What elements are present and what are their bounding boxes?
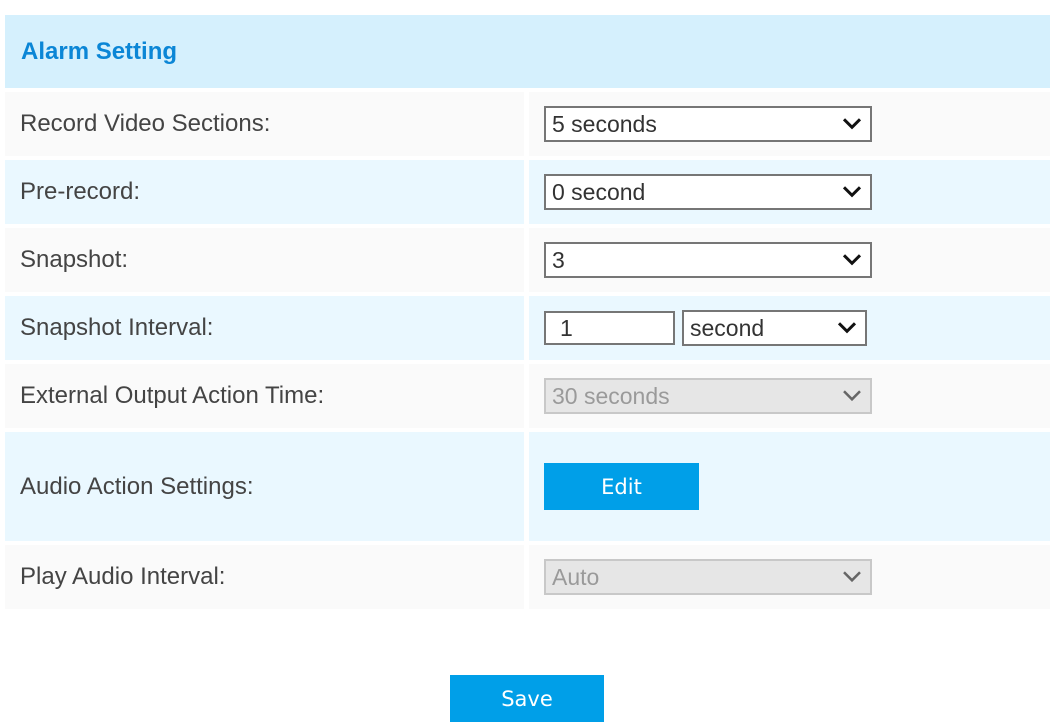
row-snapshot: Snapshot: 3 <box>5 228 1050 292</box>
value-cell: Auto <box>529 545 1050 609</box>
label-snapshot: Snapshot: <box>5 228 524 292</box>
chevron-down-icon <box>842 118 862 130</box>
snapshot-select[interactable]: 3 <box>544 242 872 278</box>
row-record-video-sections: Record Video Sections: 5 seconds <box>5 92 1050 156</box>
value-cell: 5 seconds <box>529 92 1050 156</box>
row-play-audio-interval: Play Audio Interval: Auto <box>5 545 1050 609</box>
alarm-setting-panel: Alarm Setting Record Video Sections: 5 s… <box>5 15 1050 609</box>
selected-value: 3 <box>552 246 565 273</box>
value-cell: Edit <box>529 432 1050 541</box>
value-cell: 30 seconds <box>529 364 1050 428</box>
chevron-down-icon <box>843 571 861 583</box>
row-pre-record: Pre-record: 0 second <box>5 160 1050 224</box>
play-audio-interval-select: Auto <box>544 559 872 595</box>
label-external-output-action-time: External Output Action Time: <box>5 364 524 428</box>
external-output-action-time-select: 30 seconds <box>544 378 872 414</box>
snapshot-interval-input[interactable]: 1 <box>544 311 675 345</box>
row-external-output-action-time: External Output Action Time: 30 seconds <box>5 364 1050 428</box>
selected-value: 30 seconds <box>552 382 670 409</box>
section-header: Alarm Setting <box>5 15 1050 88</box>
label-audio-action-settings: Audio Action Settings: <box>5 432 524 541</box>
section-title: Alarm Setting <box>21 37 178 65</box>
record-video-sections-select[interactable]: 5 seconds <box>544 106 872 142</box>
row-audio-action-settings: Audio Action Settings: Edit <box>5 432 1050 541</box>
value-cell: 3 <box>529 228 1050 292</box>
selected-value: second <box>690 314 765 341</box>
edit-audio-action-button[interactable]: Edit <box>544 463 699 510</box>
row-snapshot-interval: Snapshot Interval: 1 second <box>5 296 1050 360</box>
chevron-down-icon <box>837 322 857 334</box>
pre-record-select[interactable]: 0 second <box>544 174 872 210</box>
chevron-down-icon <box>843 390 861 402</box>
selected-value: Auto <box>552 563 600 590</box>
selected-value: 5 seconds <box>552 110 657 137</box>
label-play-audio-interval: Play Audio Interval: <box>5 545 524 609</box>
chevron-down-icon <box>842 254 862 266</box>
snapshot-interval-unit-select[interactable]: second <box>682 310 867 346</box>
value-cell: 0 second <box>529 160 1050 224</box>
label-snapshot-interval: Snapshot Interval: <box>5 296 524 360</box>
chevron-down-icon <box>842 186 862 198</box>
save-button[interactable]: Save <box>450 675 604 722</box>
value-cell: 1 second <box>529 296 1050 360</box>
label-pre-record: Pre-record: <box>5 160 524 224</box>
label-record-video-sections: Record Video Sections: <box>5 92 524 156</box>
selected-value: 0 second <box>552 178 646 205</box>
